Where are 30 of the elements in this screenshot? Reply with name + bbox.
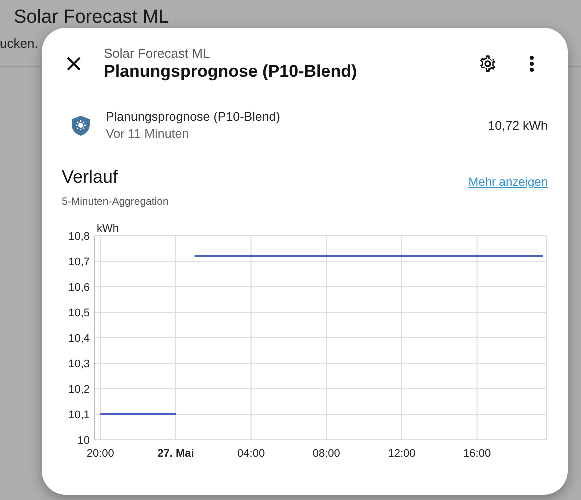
section-title: Verlauf [62,167,120,188]
axis-label: 16:00 [464,448,492,460]
page-title: Solar Forecast ML [14,7,170,29]
section-subtitle: 5-Minuten-Aggregation [62,196,169,208]
axis-label: 10,3 [68,358,90,370]
entity-name: Planungsprognose (P10-Blend) [106,110,282,124]
entity-time: Vor 11 Minuten [106,127,190,141]
axis-label: 08:00 [312,448,340,460]
axis-label: 10,6 [68,282,90,294]
dialog-subtitle: Solar Forecast ML [104,46,212,61]
axis-label: 10,2 [68,384,90,396]
axis-label: 10 [78,435,90,447]
close-icon [67,57,81,71]
settings-icon [478,54,498,74]
axis-label: 27. Mai [158,448,194,460]
page-text: ucken. [0,36,40,51]
axis-label: 10,1 [68,410,90,422]
more-icon [529,55,535,73]
entity-value: 10,72 kWh [488,118,548,132]
axis-label: 10,5 [68,308,90,320]
axis-title: kWh [97,223,119,235]
more-link[interactable]: Mehr anzeigen [468,175,548,189]
shield-sun-icon [72,116,90,136]
axis-label: 10,7 [68,256,90,268]
axis-label: 20:00 [86,448,114,460]
axis-label: 04:00 [238,448,266,460]
axis-label: 12:00 [388,448,416,460]
axis-label: 10,8 [68,231,90,243]
dialog-title: Planungsprognose (P10-Blend) [104,62,358,82]
axis-label: 10,4 [68,333,90,345]
